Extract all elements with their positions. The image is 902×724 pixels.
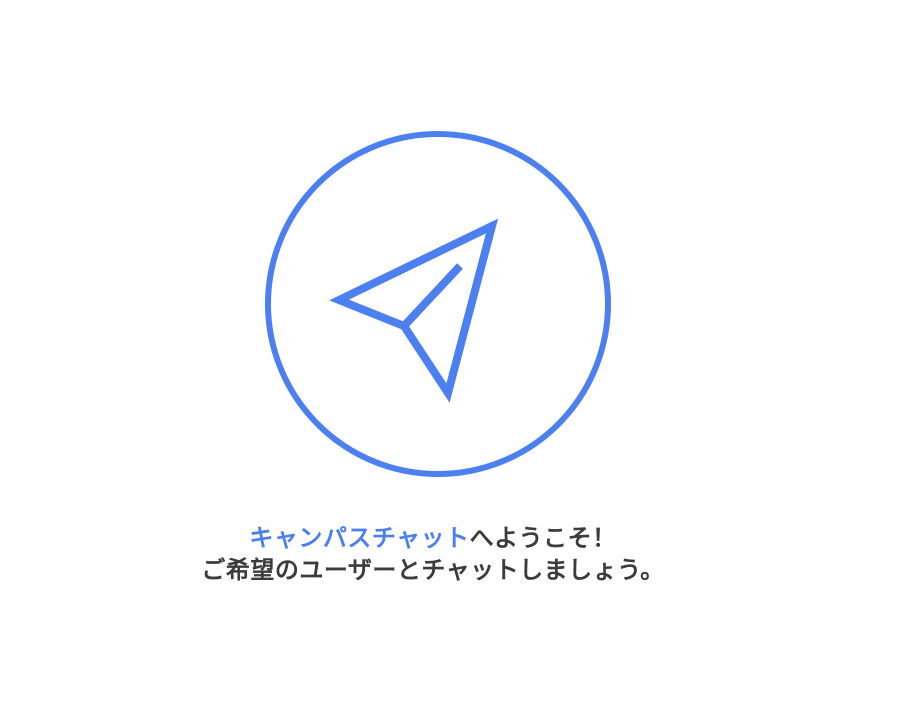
plane-fold bbox=[401, 263, 463, 329]
app-name: キャンパスチャット bbox=[249, 524, 470, 552]
greeting-line: キャンパスチャットへようこそ！ bbox=[0, 522, 866, 554]
welcome-message: キャンパスチャットへようこそ！ ご希望のユーザーとチャットしましょう。 bbox=[0, 522, 866, 586]
paper-plane-icon bbox=[265, 131, 611, 477]
app-logo bbox=[264, 130, 612, 478]
welcome-screen: キャンパスチャットへようこそ！ ご希望のユーザーとチャットしましょう。 bbox=[0, 0, 902, 724]
greeting-suffix: へようこそ！ bbox=[469, 524, 617, 552]
instruction-text: ご希望のユーザーとチャットしましょう。 bbox=[201, 556, 665, 584]
logo-circle bbox=[265, 131, 611, 477]
